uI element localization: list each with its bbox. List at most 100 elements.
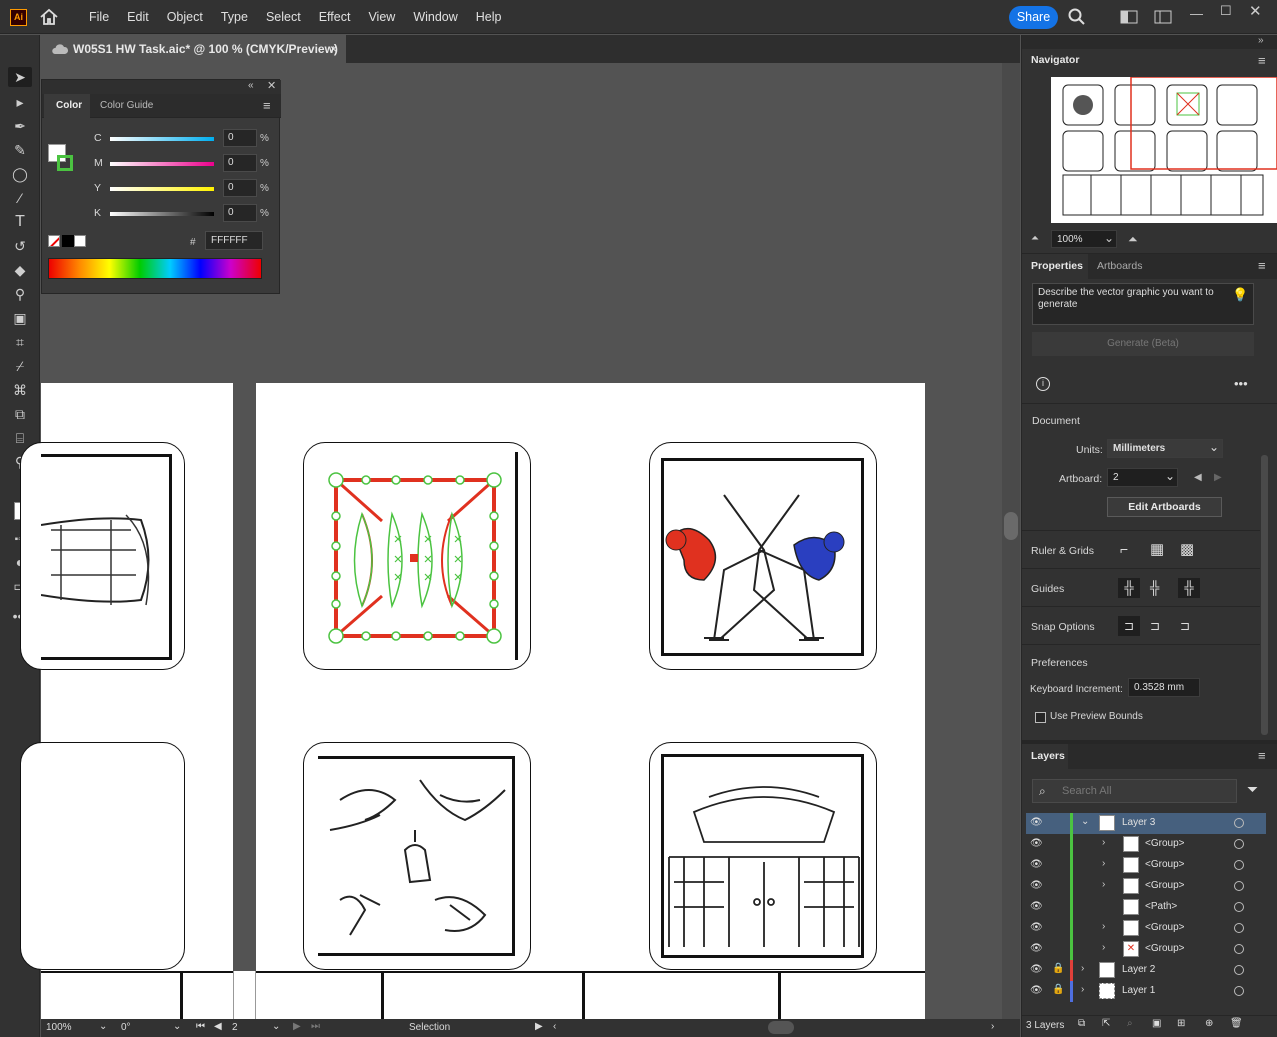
lightbulb-icon[interactable]: 💡	[1232, 287, 1248, 303]
navigator-preview[interactable]	[1051, 76, 1277, 223]
next-artboard-icon[interactable]: ▶	[1214, 472, 1222, 483]
ellipse-tool-icon[interactable]: ◯	[8, 164, 32, 184]
collect-export-icon[interactable]: ⧉	[1078, 1018, 1085, 1029]
artboard-number[interactable]: 2	[232, 1022, 238, 1033]
tab-color-guide[interactable]: Color Guide	[100, 94, 153, 118]
chevron-down-icon[interactable]: ⌄	[173, 1021, 181, 1032]
minimize-icon[interactable]: —	[1190, 6, 1203, 21]
document-tab[interactable]: W05S1 HW Task.aic* @ 100 % (CMYK/Preview…	[41, 35, 346, 63]
expand-chevron-icon[interactable]: ›	[1102, 942, 1105, 953]
snap-to-point-icon[interactable]: ⊐	[1118, 616, 1140, 636]
white-swatch[interactable]	[74, 235, 86, 247]
color-spectrum[interactable]	[48, 258, 262, 279]
slider-value[interactable]: 0	[223, 154, 257, 172]
layer-row-layer-1[interactable]: 👁 🔒 › Layer 1	[1026, 981, 1266, 1002]
snap-to-grid-icon[interactable]: ⊐	[1150, 616, 1160, 636]
new-layer-icon[interactable]: ⊕	[1205, 1018, 1213, 1029]
expand-chevron-icon[interactable]: ›	[1102, 837, 1105, 848]
expand-chevron-icon[interactable]: ›	[1102, 858, 1105, 869]
slider-value[interactable]: 0	[223, 179, 257, 197]
panel-menu-icon[interactable]: ≡	[1258, 748, 1266, 763]
menu-window[interactable]: Window	[404, 10, 466, 24]
panel-menu-icon[interactable]: ≡	[1258, 53, 1266, 68]
arrange-documents-icon[interactable]	[1120, 10, 1138, 24]
layer-row-group[interactable]: 👁 › <Group>	[1026, 834, 1266, 855]
selected-path-artwork[interactable]	[322, 466, 512, 650]
magenta-slider[interactable]: M 0 %	[42, 154, 281, 174]
black-slider[interactable]: K 0 %	[42, 204, 281, 224]
scroll-right-icon[interactable]: ›	[991, 1021, 994, 1032]
layer-name[interactable]: <Group>	[1145, 838, 1184, 849]
export-icon[interactable]: ⇱	[1102, 1018, 1110, 1029]
transparency-grid-icon[interactable]: ▩	[1180, 540, 1194, 558]
visibility-eye-icon[interactable]: 👁	[1030, 859, 1043, 871]
home-icon[interactable]	[38, 6, 60, 28]
rotation-select[interactable]: 0°	[121, 1022, 131, 1033]
direct-selection-tool-icon[interactable]: ▸	[8, 92, 32, 112]
preview-bounds-checkbox[interactable]	[1035, 712, 1046, 723]
type-tool-icon[interactable]: T	[8, 212, 32, 232]
target-circle-icon[interactable]	[1234, 944, 1244, 954]
target-circle-icon[interactable]	[1234, 860, 1244, 870]
show-guides-icon[interactable]: ╬	[1118, 578, 1140, 598]
ruler-icon[interactable]: ⌐	[1120, 541, 1128, 557]
paintbrush-tool-icon[interactable]: ⁄	[8, 188, 32, 208]
first-artboard-icon[interactable]: ⏮	[196, 1021, 205, 1032]
zoom-in-icon[interactable]: ⏶	[1128, 232, 1138, 247]
chevron-down-icon[interactable]: ⌄	[1165, 469, 1175, 483]
mesh-tool-icon[interactable]: ⌗	[8, 332, 32, 352]
layer-name[interactable]: <Group>	[1145, 859, 1184, 870]
menu-select[interactable]: Select	[257, 10, 310, 24]
expand-chevron-icon[interactable]: ›	[1081, 963, 1084, 974]
delete-layer-icon[interactable]: 🗑	[1230, 1018, 1243, 1029]
scroll-thumb[interactable]	[1004, 512, 1018, 540]
menu-edit[interactable]: Edit	[118, 10, 158, 24]
visibility-eye-icon[interactable]: 👁	[1030, 901, 1043, 913]
layers-search-input[interactable]: ⌕ Search All	[1032, 779, 1237, 803]
share-button[interactable]: Share	[1009, 6, 1058, 29]
yellow-slider[interactable]: Y 0 %	[42, 179, 281, 199]
expand-chevron-icon[interactable]: ⌄	[1081, 816, 1089, 827]
visibility-eye-icon[interactable]: 👁	[1030, 943, 1043, 955]
visibility-eye-icon[interactable]: 👁	[1030, 817, 1043, 829]
none-swatch[interactable]	[48, 235, 60, 247]
curvature-tool-icon[interactable]: ✎	[8, 140, 32, 160]
panel-menu-icon[interactable]: ≡	[1258, 258, 1266, 273]
prev-artboard-icon[interactable]: ◀	[214, 1021, 222, 1032]
collapse-dock-icon[interactable]: »	[1258, 35, 1264, 46]
maximize-icon[interactable]: ☐	[1220, 3, 1232, 19]
lock-icon[interactable]: 🔒	[1052, 984, 1064, 995]
expand-chevron-icon[interactable]: ›	[1102, 921, 1105, 932]
info-icon[interactable]: i	[1036, 377, 1050, 391]
visibility-eye-icon[interactable]: 👁	[1030, 985, 1043, 997]
eraser-tool-icon[interactable]: ◆	[8, 260, 32, 280]
layer-row-group[interactable]: 👁 › <Group>	[1026, 918, 1266, 939]
chevron-down-icon[interactable]: ⌄	[1104, 231, 1114, 245]
menu-effect[interactable]: Effect	[310, 10, 360, 24]
tab-color[interactable]: Color	[44, 94, 90, 118]
panel-titlebar[interactable]: « ✕	[42, 80, 281, 94]
zoom-select[interactable]: 100%	[46, 1022, 72, 1033]
collapse-icon[interactable]: «	[248, 80, 254, 91]
lock-icon[interactable]: 🔒	[1052, 963, 1064, 974]
target-circle-icon[interactable]	[1234, 923, 1244, 933]
zoom-out-icon[interactable]: ⏶	[1031, 233, 1039, 244]
slider-track[interactable]	[110, 137, 214, 141]
tab-artboards[interactable]: Artboards	[1097, 254, 1143, 279]
target-circle-icon[interactable]	[1234, 902, 1244, 912]
units-select[interactable]: Millimeters	[1107, 439, 1223, 458]
horizontal-scroll-thumb[interactable]	[768, 1021, 794, 1034]
close-panel-icon[interactable]: ✕	[267, 79, 276, 92]
status-menu-icon[interactable]: ▶	[535, 1021, 543, 1032]
warp-tool-icon[interactable]: ⚲	[8, 284, 32, 304]
panel-frame-empty[interactable]	[20, 742, 185, 970]
grid-icon[interactable]: ▦	[1150, 540, 1164, 558]
search-icon[interactable]	[1068, 8, 1086, 26]
blend-tool-icon[interactable]: ⌘	[8, 380, 32, 400]
filter-icon[interactable]: ⏷	[1247, 781, 1258, 798]
panel-menu-icon[interactable]: ≡	[263, 98, 271, 113]
slider-value[interactable]: 0	[223, 204, 257, 222]
close-tab-icon[interactable]: ×	[330, 35, 337, 63]
pen-tool-icon[interactable]: ✒	[8, 116, 32, 136]
layer-row-layer-3[interactable]: 👁 ⌄ Layer 3	[1026, 813, 1266, 834]
